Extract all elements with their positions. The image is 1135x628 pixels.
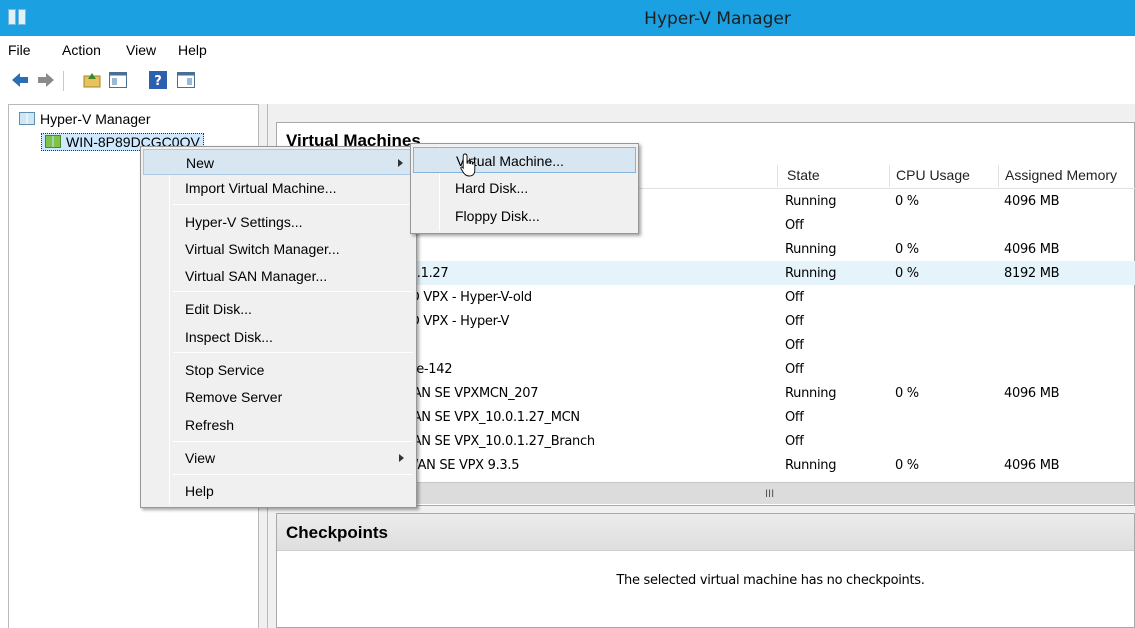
cell-state: Off <box>785 338 804 353</box>
hand-cursor-icon <box>460 153 476 177</box>
cell-assigned-memory: 4096 MB <box>1004 458 1060 473</box>
title-bar: Hyper-V Manager <box>0 0 1135 36</box>
cell-state: Running <box>785 458 837 473</box>
cell-state: Running <box>785 194 837 209</box>
help-icon[interactable]: ? <box>148 70 168 90</box>
cell-assigned-memory: 4096 MB <box>1004 242 1060 257</box>
checkpoints-header: Checkpoints <box>277 514 1134 551</box>
cell-assigned-memory: 8192 MB <box>1004 266 1060 281</box>
checkpoints-empty-message: The selected virtual machine has no chec… <box>616 573 925 588</box>
hyper-v-manager-icon <box>19 112 35 125</box>
context-menu-item-hyper-v-settings[interactable]: Hyper-V Settings... <box>143 209 414 235</box>
cell-cpu-usage: 0 % <box>895 242 919 257</box>
cell-state: Off <box>785 410 804 425</box>
toolbar-separator <box>63 71 64 91</box>
svg-text:?: ? <box>154 74 162 89</box>
forward-icon[interactable] <box>36 70 56 90</box>
cell-state: Running <box>785 242 837 257</box>
submenu-arrow-icon <box>399 454 404 462</box>
new-submenu: Virtual Machine... Hard Disk... Floppy D… <box>410 143 639 234</box>
cell-name: -WAN SE VPX_10.0.1.27_Branch <box>397 434 595 449</box>
menu-item-label: Edit Disk... <box>185 301 252 317</box>
cell-name: -WAN SE VPXMCN_207 <box>397 386 539 401</box>
menu-item-label: Floppy Disk... <box>455 208 540 224</box>
menu-item-label: Virtual Switch Manager... <box>185 241 340 257</box>
cell-name: -WAN SE VPX_10.0.1.27_MCN <box>397 410 580 425</box>
cell-state: Running <box>785 266 837 281</box>
menu-item-label: View <box>185 450 216 466</box>
menu-separator <box>173 204 413 205</box>
column-separator[interactable] <box>998 165 999 187</box>
menu-item-label: Import Virtual Machine... <box>185 180 337 196</box>
menu-item-label: Virtual SAN Manager... <box>185 268 328 284</box>
checkpoints-title: Checkpoints <box>286 523 389 542</box>
scrollbar-grip[interactable]: III <box>765 488 774 500</box>
menu-item-label: Refresh <box>185 417 235 433</box>
menu-item-label: Remove Server <box>185 389 283 405</box>
menu-file[interactable]: File <box>8 42 31 58</box>
menu-item-label: New <box>186 155 215 171</box>
menu-separator <box>173 352 413 353</box>
column-assigned-memory[interactable]: Assigned Memory <box>1005 167 1117 183</box>
window-title: Hyper-V Manager <box>644 9 791 29</box>
submenu-item-floppy-disk[interactable]: Floppy Disk... <box>413 203 636 229</box>
cell-cpu-usage: 0 % <box>895 458 919 473</box>
show-hide-tree-icon[interactable] <box>108 70 128 90</box>
menu-item-label: Hyper-V Settings... <box>185 214 303 230</box>
context-menu-item-refresh[interactable]: Refresh <box>143 412 414 438</box>
column-separator[interactable] <box>777 165 778 187</box>
cell-name: WO VPX - Hyper-V-old <box>397 290 532 305</box>
cell-state: Off <box>785 290 804 305</box>
context-menu: New Import Virtual Machine... Hyper-V Se… <box>140 146 417 508</box>
menu-help[interactable]: Help <box>178 42 207 58</box>
column-cpu-usage[interactable]: CPU Usage <box>896 167 970 183</box>
context-menu-item-help[interactable]: Help <box>143 478 414 504</box>
menu-view[interactable]: View <box>126 42 156 58</box>
cell-cpu-usage: 0 % <box>895 266 919 281</box>
show-hide-action-pane-icon[interactable] <box>176 70 196 90</box>
context-menu-item-edit-disk[interactable]: Edit Disk... <box>143 296 414 322</box>
context-menu-item-remove-server[interactable]: Remove Server <box>143 384 414 410</box>
context-menu-item-view[interactable]: View <box>143 445 414 471</box>
context-menu-item-import-vm[interactable]: Import Virtual Machine... <box>143 175 414 201</box>
menu-item-label: Inspect Disk... <box>185 329 273 345</box>
column-separator[interactable] <box>889 165 890 187</box>
cell-state: Off <box>785 362 804 377</box>
menu-item-label: Stop Service <box>185 362 265 378</box>
menu-item-label: Help <box>185 483 214 499</box>
cell-cpu-usage: 0 % <box>895 386 919 401</box>
cell-state: Off <box>785 434 804 449</box>
context-menu-item-stop-service[interactable]: Stop Service <box>143 357 414 383</box>
cell-state: Running <box>785 386 837 401</box>
column-state[interactable]: State <box>787 167 820 183</box>
context-menu-item-virtual-switch-manager[interactable]: Virtual Switch Manager... <box>143 236 414 262</box>
context-menu-item-inspect-disk[interactable]: Inspect Disk... <box>143 324 414 350</box>
menu-action[interactable]: Action <box>62 42 101 58</box>
tree-node-hyper-v-manager[interactable]: Hyper-V Manager <box>19 111 151 127</box>
context-menu-item-virtual-san-manager[interactable]: Virtual SAN Manager... <box>143 263 414 289</box>
server-icon <box>45 135 61 148</box>
cell-state: Off <box>785 314 804 329</box>
menu-separator <box>173 441 413 442</box>
toolbar: ? <box>0 63 1135 97</box>
tree-root-label: Hyper-V Manager <box>40 111 151 127</box>
submenu-item-virtual-machine[interactable]: Virtual Machine... <box>413 147 636 173</box>
menu-bar: File Action View Help <box>0 36 1135 63</box>
cell-state: Off <box>785 218 804 233</box>
cell-assigned-memory: 4096 MB <box>1004 194 1060 209</box>
submenu-item-hard-disk[interactable]: Hard Disk... <box>413 175 636 201</box>
cell-assigned-memory: 4096 MB <box>1004 386 1060 401</box>
menu-separator <box>173 474 413 475</box>
context-menu-item-new[interactable]: New <box>143 149 414 175</box>
menu-item-label: Hard Disk... <box>455 180 529 196</box>
up-folder-icon[interactable] <box>82 70 102 90</box>
menu-separator <box>173 291 413 292</box>
back-icon[interactable] <box>10 70 30 90</box>
cell-cpu-usage: 0 % <box>895 194 919 209</box>
checkpoints-panel: Checkpoints The selected virtual machine… <box>276 513 1135 628</box>
submenu-arrow-icon <box>398 159 403 167</box>
